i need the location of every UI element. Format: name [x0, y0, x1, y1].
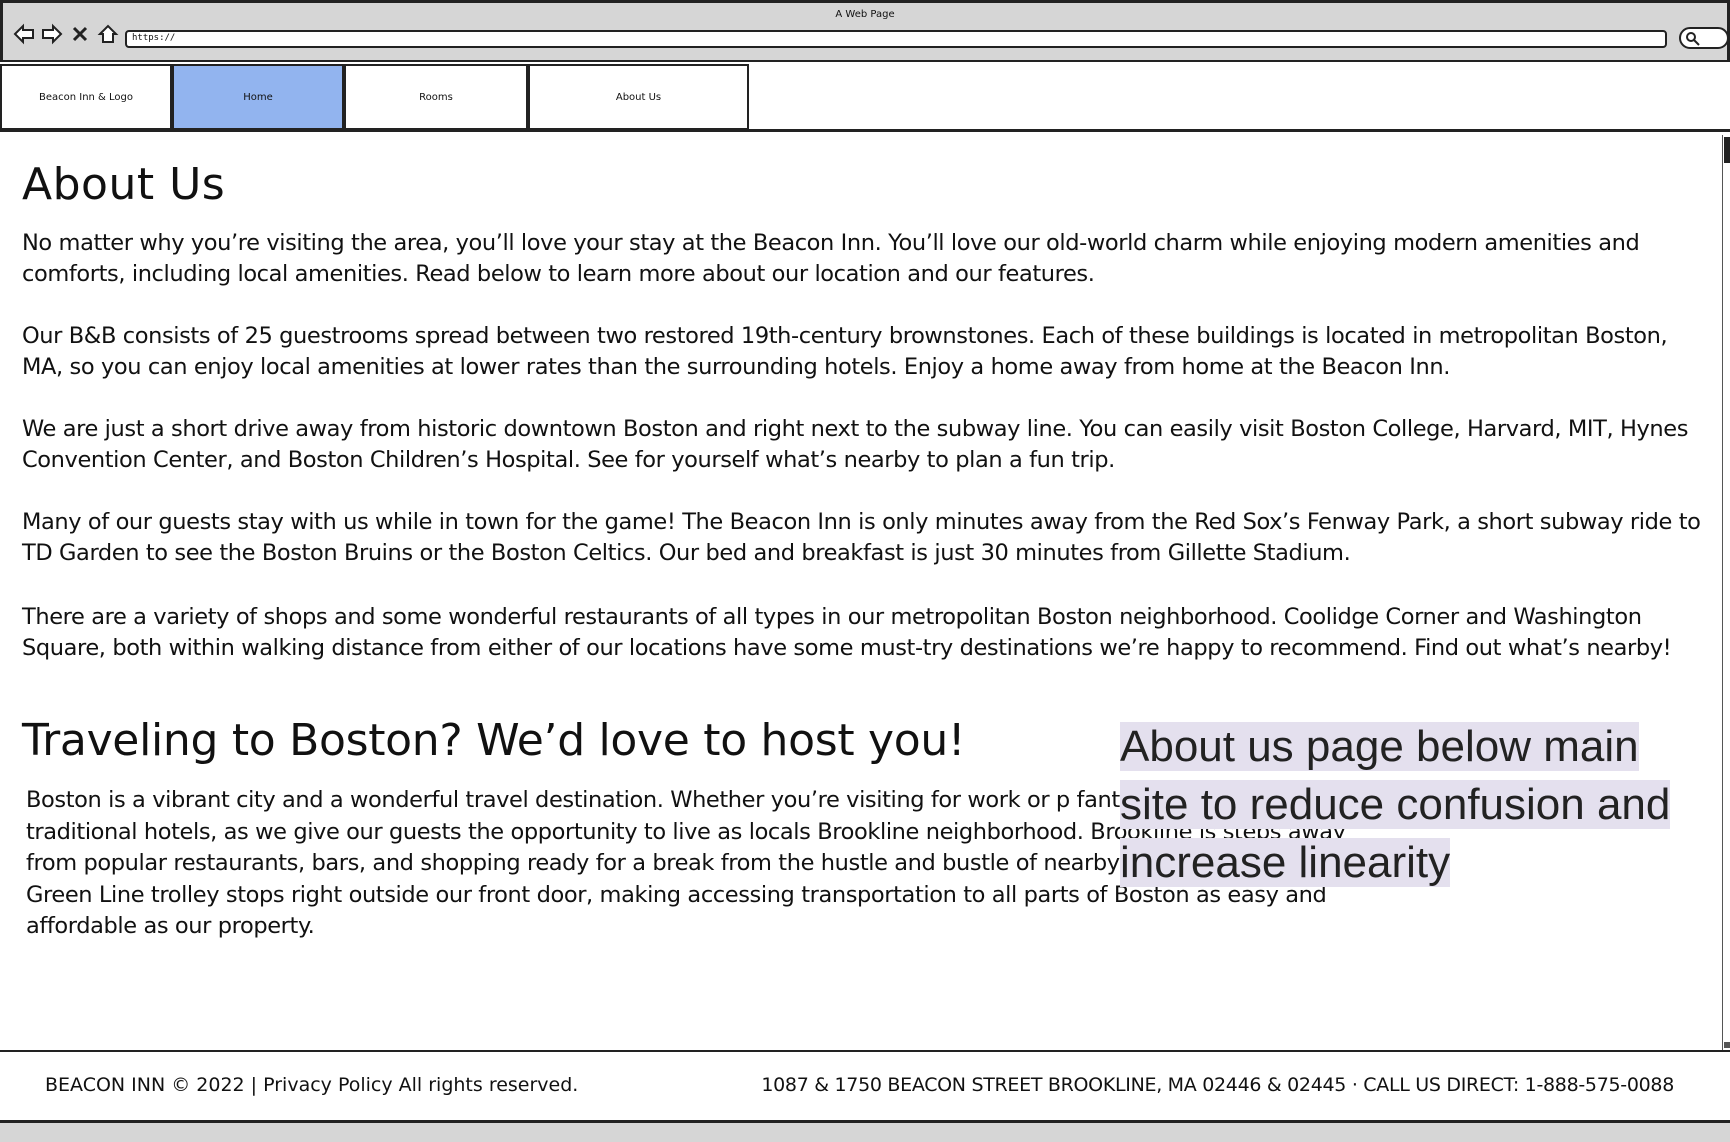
footer-copyright: BEACON INN © 2022 | Privacy Policy All r… — [45, 1074, 579, 1096]
site-footer: BEACON INN © 2022 | Privacy Policy All r… — [0, 1050, 1730, 1120]
about-paragraph: There are a variety of shops and some wo… — [22, 604, 1672, 661]
forward-arrow-icon[interactable] — [41, 23, 63, 45]
site-navigation: Beacon Inn & Logo Home Rooms About Us — [0, 62, 1730, 132]
scroll-down-arrow-icon[interactable] — [1724, 1042, 1730, 1048]
annotation-text: About us page below main site to reduce … — [1120, 722, 1671, 887]
search-icon — [1686, 32, 1700, 46]
browser-toolbar: A Web Page https:// — [0, 0, 1730, 62]
vertical-scrollbar[interactable] — [1722, 135, 1730, 1050]
back-arrow-icon[interactable] — [13, 23, 35, 45]
annotation-note: About us page below main site to reduce … — [1120, 718, 1680, 892]
about-paragraph: Our B&B consists of 25 guestrooms spread… — [22, 323, 1668, 380]
browser-search-box[interactable] — [1679, 27, 1729, 49]
about-us-heading: About Us — [22, 159, 226, 210]
browser-status-bar — [0, 1120, 1730, 1142]
close-icon[interactable] — [69, 23, 91, 45]
about-paragraph: No matter why you’re visiting the area, … — [22, 230, 1640, 287]
traveling-heading: Traveling to Boston? We’d love to host y… — [22, 715, 966, 766]
browser-nav-icons — [13, 23, 119, 45]
window-title: A Web Page — [835, 9, 895, 20]
footer-contact: 1087 & 1750 BEACON STREET BROOKLINE, MA … — [761, 1074, 1674, 1096]
nav-logo[interactable]: Beacon Inn & Logo — [0, 64, 172, 130]
about-paragraph: We are just a short drive away from hist… — [22, 416, 1689, 473]
nav-tab-about-us[interactable]: About Us — [528, 64, 749, 130]
url-input[interactable]: https:// — [125, 30, 1667, 48]
home-icon[interactable] — [97, 23, 119, 45]
scrollbar-thumb[interactable] — [1724, 137, 1730, 163]
about-paragraph: Many of our guests stay with us while in… — [22, 509, 1701, 566]
main-content: About Us No matter why you’re visiting t… — [0, 135, 1722, 1050]
nav-tab-home[interactable]: Home — [172, 64, 344, 130]
nav-tab-rooms[interactable]: Rooms — [344, 64, 528, 130]
